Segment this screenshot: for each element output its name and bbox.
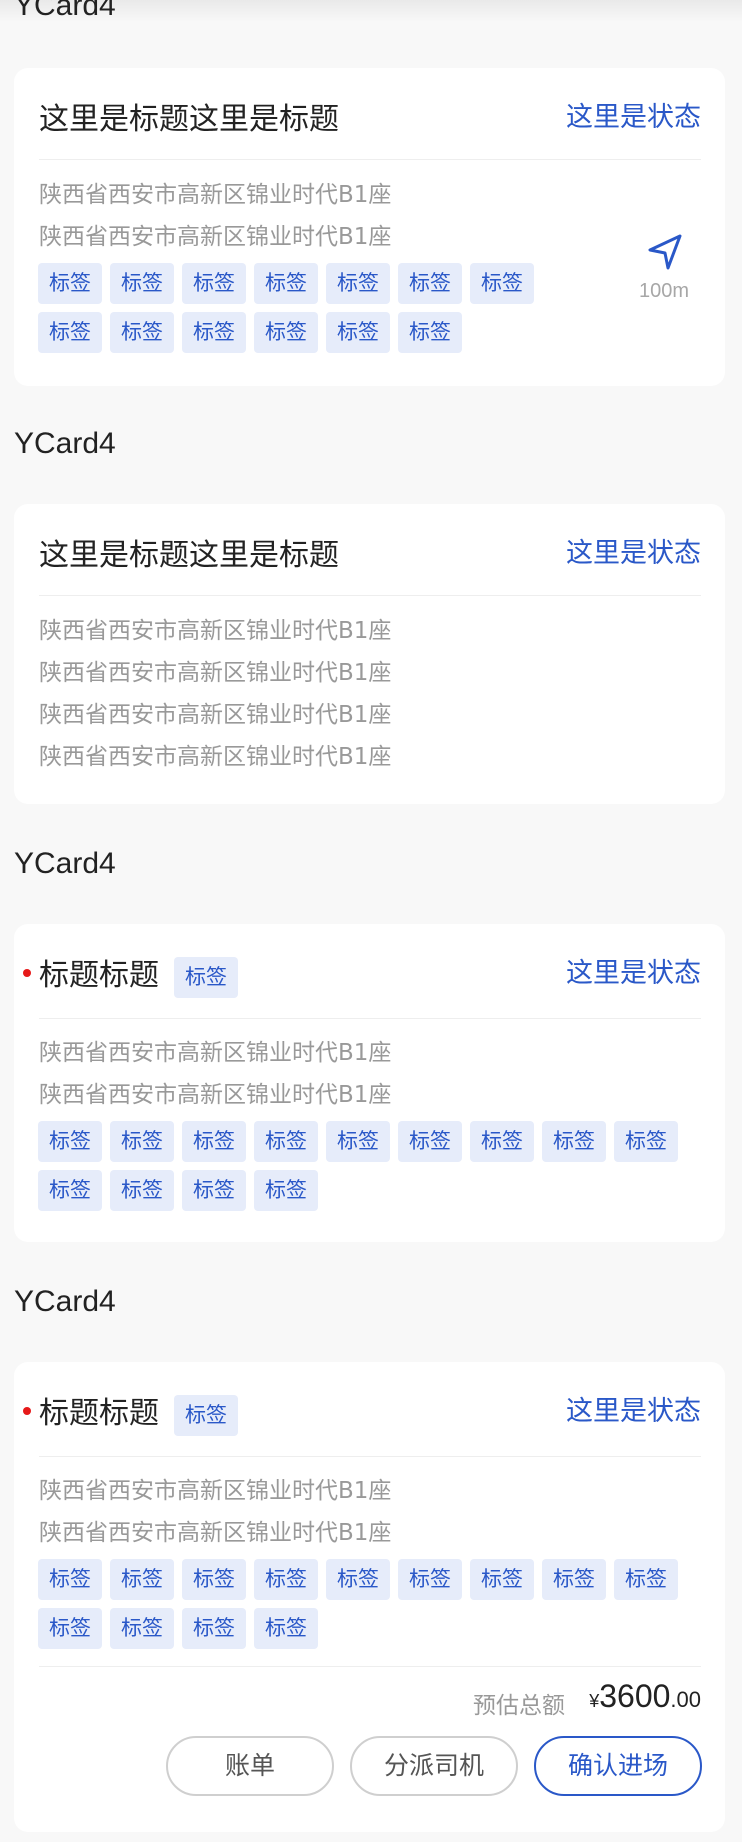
- divider: [39, 1018, 701, 1019]
- amount-integer: 3600: [599, 1678, 671, 1714]
- address-line: 陕西省西安市高新区锦业时代B1座: [39, 1040, 392, 1066]
- section-heading: YCard4: [14, 0, 116, 22]
- tag: 标签: [182, 1170, 246, 1211]
- tag: 标签: [254, 1170, 318, 1211]
- tag: 标签: [614, 1559, 678, 1600]
- tag: 标签: [398, 263, 462, 304]
- tag: 标签: [110, 1170, 174, 1211]
- tag: 标签: [470, 263, 534, 304]
- tag: 标签: [182, 1559, 246, 1600]
- tag: 标签: [326, 1121, 390, 1162]
- unread-dot: [23, 969, 31, 977]
- tag: 标签: [182, 312, 246, 353]
- address-line: 陕西省西安市高新区锦业时代B1座: [39, 224, 392, 250]
- card-with-distance[interactable]: 这里是标题这里是标题 这里是状态 陕西省西安市高新区锦业时代B1座 陕西省西安市…: [14, 68, 725, 386]
- tag: 标签: [254, 263, 318, 304]
- tag: 标签: [398, 312, 462, 353]
- tag: 标签: [38, 1121, 102, 1162]
- assign-driver-button[interactable]: 分派司机: [350, 1736, 518, 1796]
- tag: 标签: [254, 1608, 318, 1649]
- divider: [39, 159, 701, 160]
- tag: 标签: [110, 1608, 174, 1649]
- address-line: 陕西省西安市高新区锦业时代B1座: [39, 182, 392, 208]
- card-with-actions[interactable]: 标题标题 标签 这里是状态 陕西省西安市高新区锦业时代B1座 陕西省西安市高新区…: [14, 1362, 725, 1832]
- card-with-title-tag[interactable]: 标题标题 标签 这里是状态 陕西省西安市高新区锦业时代B1座 陕西省西安市高新区…: [14, 924, 725, 1242]
- address-line: 陕西省西安市高新区锦业时代B1座: [39, 744, 392, 770]
- card-title: 这里是标题这里是标题: [39, 102, 339, 137]
- tag: 标签: [470, 1559, 534, 1600]
- card-title: 标题标题: [39, 958, 159, 993]
- card-status[interactable]: 这里是状态: [566, 1394, 701, 1430]
- tag-list: 标签 标签 标签 标签 标签 标签 标签 标签 标签 标签 标签 标签 标签: [38, 263, 558, 353]
- title-tag: 标签: [174, 1395, 238, 1436]
- tag: 标签: [326, 1559, 390, 1600]
- card-status[interactable]: 这里是状态: [566, 536, 701, 572]
- tag: 标签: [614, 1121, 678, 1162]
- tag: 标签: [542, 1121, 606, 1162]
- address-line: 陕西省西安市高新区锦业时代B1座: [39, 1082, 392, 1108]
- card-status[interactable]: 这里是状态: [566, 956, 701, 992]
- estimate-label: 预估总额: [473, 1693, 565, 1719]
- section-heading: YCard4: [14, 1285, 116, 1318]
- tag: 标签: [254, 312, 318, 353]
- tag: 标签: [38, 263, 102, 304]
- tag-list: 标签 标签 标签 标签 标签 标签 标签 标签 标签 标签 标签 标签 标签: [38, 1121, 698, 1211]
- confirm-entry-button[interactable]: 确认进场: [534, 1736, 702, 1796]
- tag: 标签: [38, 1559, 102, 1600]
- card-title: 标题标题: [39, 1396, 159, 1431]
- tag: 标签: [182, 1608, 246, 1649]
- navigation-arrow-icon[interactable]: [645, 232, 685, 272]
- tag: 标签: [470, 1121, 534, 1162]
- section-heading: YCard4: [14, 427, 116, 460]
- tag: 标签: [182, 263, 246, 304]
- tag: 标签: [38, 1608, 102, 1649]
- tag: 标签: [326, 263, 390, 304]
- card-title: 这里是标题这里是标题: [39, 538, 339, 573]
- tag: 标签: [38, 1170, 102, 1211]
- tag: 标签: [110, 1121, 174, 1162]
- card-address-list[interactable]: 这里是标题这里是标题 这里是状态 陕西省西安市高新区锦业时代B1座 陕西省西安市…: [14, 504, 725, 804]
- tag: 标签: [254, 1121, 318, 1162]
- divider: [39, 1456, 701, 1457]
- tag: 标签: [110, 312, 174, 353]
- amount-decimal: .00: [670, 1687, 701, 1712]
- title-tag: 标签: [174, 957, 238, 998]
- tag: 标签: [398, 1559, 462, 1600]
- section-heading: YCard4: [14, 847, 116, 880]
- tag: 标签: [326, 312, 390, 353]
- tag: 标签: [182, 1121, 246, 1162]
- estimate-amount: ¥3600.00: [589, 1678, 701, 1715]
- tag: 标签: [38, 312, 102, 353]
- tag-list: 标签 标签 标签 标签 标签 标签 标签 标签 标签 标签 标签 标签 标签: [38, 1559, 698, 1649]
- tag: 标签: [254, 1559, 318, 1600]
- divider: [39, 1666, 701, 1667]
- address-line: 陕西省西安市高新区锦业时代B1座: [39, 660, 392, 686]
- card-status[interactable]: 这里是状态: [566, 100, 701, 136]
- address-line: 陕西省西安市高新区锦业时代B1座: [39, 1520, 392, 1546]
- distance-label: 100m: [638, 280, 689, 302]
- tag: 标签: [398, 1121, 462, 1162]
- address-line: 陕西省西安市高新区锦业时代B1座: [39, 702, 392, 728]
- tag: 标签: [110, 1559, 174, 1600]
- tag: 标签: [110, 263, 174, 304]
- bill-button[interactable]: 账单: [166, 1736, 334, 1796]
- divider: [39, 595, 701, 596]
- currency-symbol: ¥: [589, 1691, 600, 1711]
- unread-dot: [23, 1407, 31, 1415]
- address-line: 陕西省西安市高新区锦业时代B1座: [39, 1478, 392, 1504]
- tag: 标签: [542, 1559, 606, 1600]
- address-line: 陕西省西安市高新区锦业时代B1座: [39, 618, 392, 644]
